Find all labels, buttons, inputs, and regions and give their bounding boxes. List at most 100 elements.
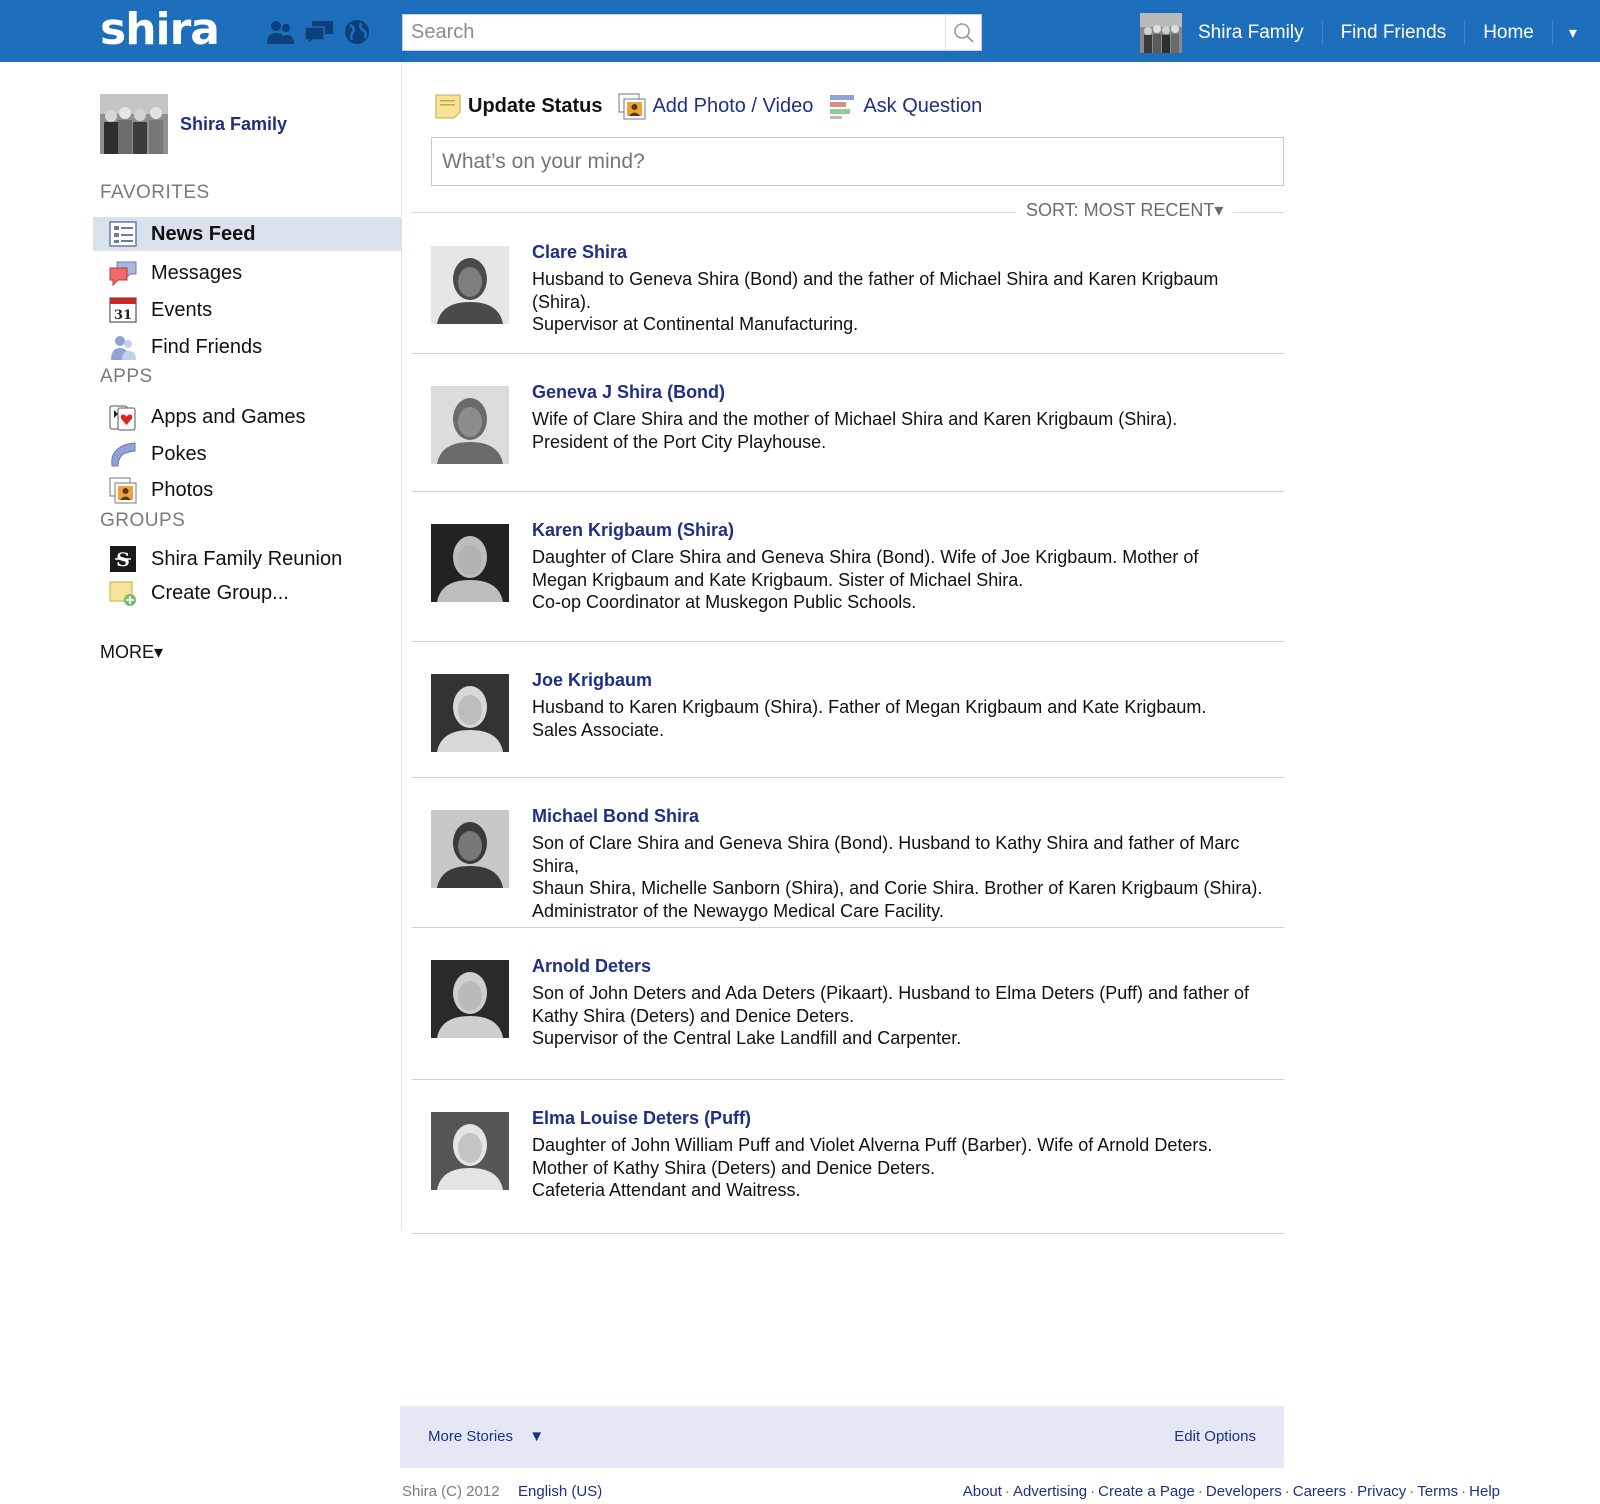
composer-tabs: Update Status Add Photo / Video Ask Ques… [434,92,998,120]
footer-link-privacy[interactable]: Privacy [1357,1483,1406,1500]
sidebar-item-events[interactable]: 31 Events [93,293,402,327]
photos-icon [109,477,137,504]
footer-link-developers[interactable]: Developers [1206,1483,1282,1500]
sidebar-item-label: Apps and Games [151,405,306,428]
story-name[interactable]: Geneva J Shira (Bond) [532,382,725,403]
tab-ask-question[interactable]: Ask Question [829,92,982,120]
notifications-globe-icon[interactable] [342,18,372,46]
story-line: Kathy Shira (Deters) and Denice Deters. [532,1005,855,1026]
story-name[interactable]: Michael Bond Shira [532,806,699,827]
story-name[interactable]: Joe Krigbaum [532,670,652,691]
top-avatar[interactable] [1140,13,1182,53]
poke-hand-icon [111,442,136,467]
profile-portrait[interactable] [431,386,509,464]
profile-portrait[interactable] [431,524,509,602]
search-input[interactable] [403,15,943,50]
footer-link-terms[interactable]: Terms [1417,1483,1458,1500]
sidebar-item-shira-family-reunion[interactable]: S Shira Family Reunion [93,542,402,576]
story-name[interactable]: Karen Krigbaum (Shira) [532,520,734,541]
sidebar-item-apps-and-games[interactable]: Apps and Games [93,400,402,434]
account-menu-caret[interactable]: ▾ [1553,23,1577,43]
calendar-icon: 31 [109,297,137,323]
copyright: Shira (C) 2012 [402,1483,500,1500]
footer-separator: · [1409,1483,1415,1500]
language-selector[interactable]: English (US) [518,1483,602,1500]
sidebar-item-label: Photos [151,478,214,501]
sidebar-item-label: Find Friends [151,335,263,358]
story-elma-louise-deters: Elma Louise Deters (Puff) Daughter of Joh… [412,1080,1284,1234]
sidebar-item-pokes[interactable]: Pokes [93,437,402,471]
cards-icon [109,405,136,431]
top-nav: Shira Family Find Friends Home ▾ [1140,13,1577,53]
footer-link-create-a-page[interactable]: Create a Page [1098,1483,1195,1500]
tab-add-photo-video[interactable]: Add Photo / Video [618,92,813,120]
friend-requests-icon[interactable] [266,18,296,46]
top-link-profile[interactable]: Shira Family [1198,21,1323,45]
top-link-home[interactable]: Home [1465,21,1552,45]
story-text: Son of John Deters and Ada Deters (Pikaa… [532,982,1282,1050]
profile-portrait[interactable] [431,960,509,1038]
edit-options-link[interactable]: Edit Options [1174,1428,1256,1445]
footer-link-advertising[interactable]: Advertising [1013,1483,1087,1500]
profile-portrait[interactable] [431,246,509,324]
photo-video-icon [618,93,646,120]
messages-jewel-icon[interactable] [304,18,334,46]
site-logo[interactable]: shira [100,4,220,55]
sidebar-item-messages[interactable]: Messages [93,256,402,290]
story-text: Wife of Clare Shira and the mother of Mi… [532,408,1282,453]
story-line: Son of Clare Shira and Geneva Shira (Bon… [532,833,1240,876]
footer-link-help[interactable]: Help [1469,1483,1500,1500]
sidebar-item-photos[interactable]: Photos [93,473,402,507]
footer-link-about[interactable]: About [963,1483,1002,1500]
search-button[interactable] [945,15,981,50]
story-name[interactable]: Clare Shira [532,242,627,263]
story-line: Wife of Clare Shira and the mother of Mi… [532,409,1178,429]
top-bar: shira Shir [0,0,1600,62]
footer-separator: · [1004,1483,1010,1500]
top-link-find-friends[interactable]: Find Friends [1323,21,1466,45]
create-group-icon [109,581,136,606]
sidebar-more-link[interactable]: MORE▾ [100,642,163,663]
story-line: Supervisor at Continental Manufacturing. [532,314,859,334]
profile-portrait[interactable] [431,810,509,888]
question-poll-icon [830,95,855,119]
sidebar-item-find-friends[interactable]: Find Friends [93,330,402,364]
sidebar-profile[interactable]: Shira Family [100,94,287,154]
story-line: Administrator of the Newaygo Medical Car… [532,900,944,921]
sidebar-item-label: Shira Family Reunion [151,547,343,570]
sidebar-item-create-group[interactable]: Create Group... [93,576,402,610]
tab-label: Ask Question [863,94,983,117]
notification-jewels [266,18,372,46]
sidebar-item-label: Messages [151,261,243,284]
story-name[interactable]: Arnold Deters [532,956,651,977]
status-input[interactable] [432,138,1283,185]
more-stories-link[interactable]: More Stories ▼ [428,1428,544,1445]
profile-photo[interactable] [100,94,168,154]
more-stories-label: More Stories [428,1428,514,1445]
sidebar-item-label: News Feed [151,222,256,245]
story-text: Son of Clare Shira and Geneva Shira (Bon… [532,832,1282,922]
left-sidebar: Shira Family FAVORITES News Feed Message… [0,62,402,1230]
story-line: President of the Port City Playhouse. [532,431,827,452]
story-text: Daughter of Clare Shira and Geneva Shira… [532,546,1282,614]
story-name[interactable]: Elma Louise Deters (Puff) [532,1108,751,1129]
story-line: Daughter of Clare Shira and Geneva Shira… [532,547,1199,567]
status-composer [431,137,1284,186]
group-logo-icon: S [110,546,136,572]
story-joe-krigbaum: Joe Krigbaum Husband to Karen Krigbaum (S… [412,642,1284,778]
profile-portrait[interactable] [431,674,509,752]
profile-portrait[interactable] [431,1112,509,1190]
friends-icon [111,336,136,360]
profile-name[interactable]: Shira Family [180,114,287,135]
search-box [402,14,982,51]
more-stories-bar: More Stories ▼ Edit Options [400,1406,1284,1468]
sidebar-item-news-feed[interactable]: News Feed [93,217,402,251]
status-note-icon [435,94,461,119]
footer-link-careers[interactable]: Careers [1293,1483,1346,1500]
footer-links: About · Advertising · Create a Page · Develope… [963,1483,1500,1500]
footer-separator: · [1197,1483,1203,1500]
messages-icon [109,261,137,287]
sidebar-item-label: Create Group... [151,581,289,604]
story-line: Sales Associate. [532,719,665,740]
tab-update-status[interactable]: Update Status [434,92,602,120]
